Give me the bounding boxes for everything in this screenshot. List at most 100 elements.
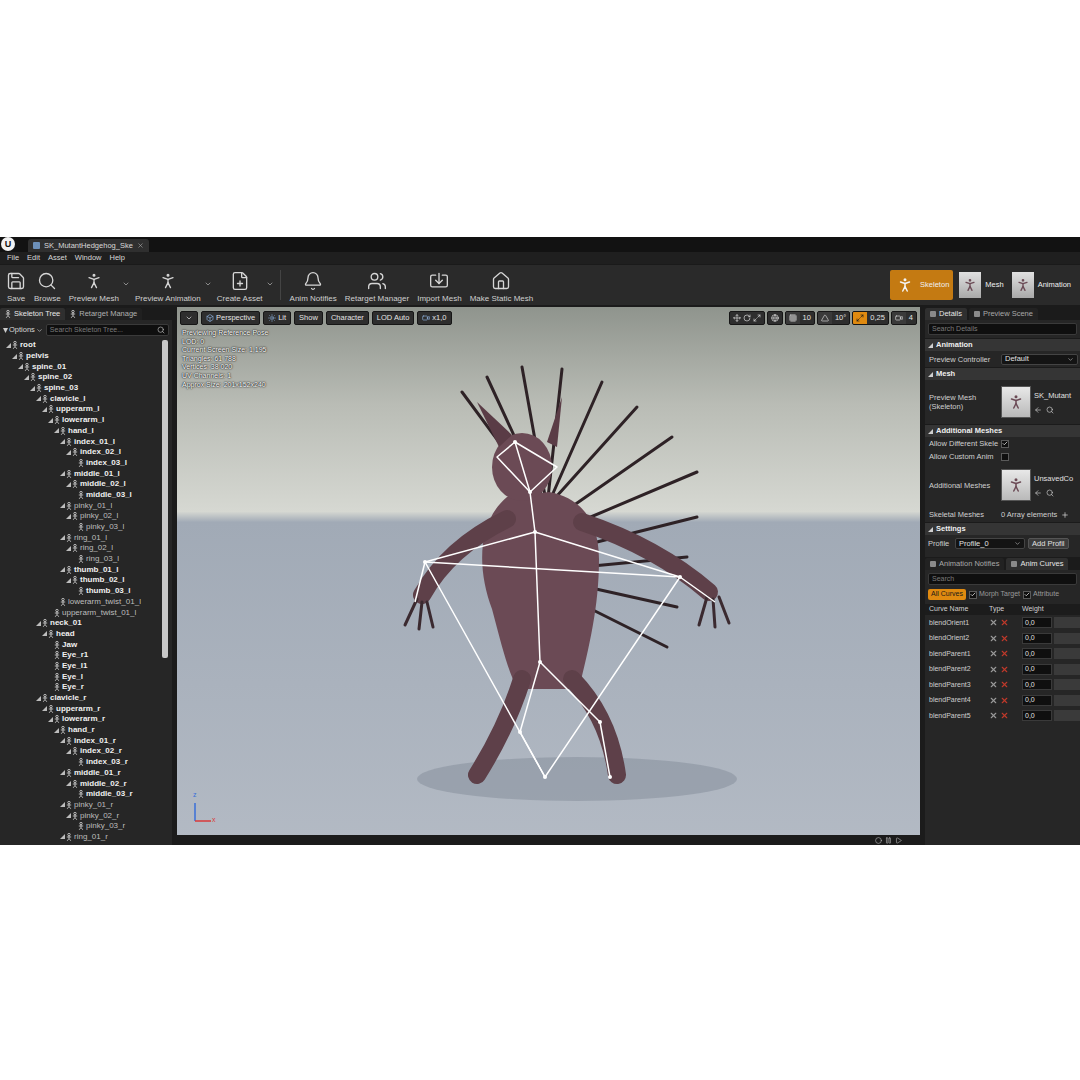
- weight-field[interactable]: 0,0: [1022, 679, 1052, 690]
- weight-slider[interactable]: [1054, 710, 1080, 721]
- curve-row[interactable]: blendParent30,0: [925, 677, 1080, 693]
- browse-icon[interactable]: [1046, 489, 1054, 497]
- details-search[interactable]: Search Details: [928, 323, 1077, 335]
- weight-slider[interactable]: [1054, 695, 1080, 706]
- bone-row[interactable]: index_01_r: [0, 735, 162, 746]
- panel-tab[interactable]: Anim Curves: [1006, 558, 1068, 570]
- options-button[interactable]: Options: [3, 324, 43, 335]
- mode-button[interactable]: Skeleton: [890, 270, 953, 300]
- bone-row[interactable]: middle_01_r: [0, 768, 162, 779]
- expand-arrow-icon[interactable]: [60, 471, 65, 476]
- snap-control[interactable]: 10: [785, 311, 815, 325]
- expand-arrow-icon[interactable]: [24, 375, 29, 380]
- weight-field[interactable]: 0,0: [1022, 664, 1052, 675]
- expand-arrow-icon[interactable]: [36, 396, 41, 401]
- bone-row[interactable]: pinky_02_r: [0, 810, 162, 821]
- expand-arrow-icon[interactable]: [30, 386, 35, 391]
- bone-row[interactable]: hand_r: [0, 725, 162, 736]
- bone-row[interactable]: middle_01_l: [0, 468, 162, 479]
- scale-icon[interactable]: [753, 314, 761, 322]
- bone-row[interactable]: pelvis: [0, 351, 162, 362]
- asset-thumbnail[interactable]: [1001, 386, 1031, 418]
- asset-name[interactable]: SK_Mutant: [1034, 390, 1071, 401]
- weight-field[interactable]: 0,0: [1022, 695, 1052, 706]
- expand-arrow-icon[interactable]: [54, 728, 59, 733]
- viewport-button[interactable]: x1,0: [417, 311, 451, 325]
- curve-row[interactable]: blendOrient10,0: [925, 615, 1080, 631]
- curve-row[interactable]: blendParent20,0: [925, 662, 1080, 678]
- mode-button[interactable]: Mesh: [957, 270, 1005, 300]
- expand-arrow-icon[interactable]: [66, 546, 71, 551]
- bone-row[interactable]: middle_02_r: [0, 778, 162, 789]
- weight-slider[interactable]: [1054, 617, 1080, 628]
- bone-row[interactable]: clavicle_l: [0, 393, 162, 404]
- expand-arrow-icon[interactable]: [12, 354, 17, 359]
- toolbar-button[interactable]: Preview Animation: [132, 265, 212, 305]
- expand-arrow-icon[interactable]: [66, 450, 71, 455]
- record-icon[interactable]: [875, 837, 882, 844]
- bone-row[interactable]: upperarm_twist_01_l: [0, 607, 162, 618]
- bone-row[interactable]: ring_03_l: [0, 554, 162, 565]
- material-curve-icon[interactable]: [1000, 618, 1009, 627]
- filter-checkbox[interactable]: Attribute: [1023, 589, 1059, 600]
- value-dropdown[interactable]: Default: [1001, 354, 1078, 365]
- expand-arrow-icon[interactable]: [48, 717, 53, 722]
- expand-arrow-icon[interactable]: [60, 738, 65, 743]
- panel-tab[interactable]: Preview Scene: [969, 308, 1038, 320]
- material-curve-icon[interactable]: [1000, 711, 1009, 720]
- document-tab[interactable]: SK_MutantHedgehog_Ske: [28, 239, 149, 252]
- bone-row[interactable]: middle_02_l: [0, 479, 162, 490]
- weight-field[interactable]: 0,0: [1022, 710, 1052, 721]
- weight-field[interactable]: 0,0: [1022, 633, 1052, 644]
- toolbar-button[interactable]: Create Asset: [214, 265, 274, 305]
- bone-row[interactable]: ring_01_l: [0, 532, 162, 543]
- bone-row[interactable]: pinky_02_l: [0, 511, 162, 522]
- section-header[interactable]: Animation: [925, 338, 1080, 351]
- scrollbar[interactable]: [162, 340, 168, 845]
- bone-row[interactable]: lowerarm_l: [0, 415, 162, 426]
- morph-target-icon[interactable]: [989, 618, 998, 627]
- toolbar-button[interactable]: Browse: [31, 265, 64, 305]
- viewport-button[interactable]: LOD Auto: [372, 311, 415, 325]
- expand-arrow-icon[interactable]: [66, 578, 71, 583]
- bone-row[interactable]: lowerarm_twist_01_l: [0, 597, 162, 608]
- viewport-options-button[interactable]: [180, 311, 198, 325]
- toolbar-button[interactable]: Make Static Mesh: [467, 265, 537, 305]
- viewport-button[interactable]: Character: [326, 311, 369, 325]
- bone-row[interactable]: Eye_l: [0, 671, 162, 682]
- move-icon[interactable]: [733, 314, 741, 322]
- curve-row[interactable]: blendParent40,0: [925, 693, 1080, 709]
- toolbar-button[interactable]: Retarget Manager: [342, 265, 412, 305]
- morph-target-icon[interactable]: [989, 680, 998, 689]
- bone-row[interactable]: ring_01_r: [0, 832, 162, 843]
- close-tab-icon[interactable]: [137, 242, 144, 249]
- expand-arrow-icon[interactable]: [48, 418, 53, 423]
- weight-field[interactable]: 0,0: [1022, 648, 1052, 659]
- bone-row[interactable]: Eye_l1: [0, 661, 162, 672]
- bone-row[interactable]: upperarm_r: [0, 703, 162, 714]
- toolbar-button[interactable]: Preview Mesh: [66, 265, 130, 305]
- pause-icon[interactable]: [885, 837, 892, 844]
- add-profile-button[interactable]: Add Profil: [1028, 538, 1069, 549]
- filter-check[interactable]: [1023, 591, 1031, 599]
- bone-row[interactable]: ring_02_l: [0, 543, 162, 554]
- material-curve-icon[interactable]: [1000, 665, 1009, 674]
- expand-arrow-icon[interactable]: [42, 706, 47, 711]
- curves-search[interactable]: Search: [928, 573, 1077, 585]
- expand-arrow-icon[interactable]: [66, 781, 71, 786]
- section-header[interactable]: Settings: [925, 522, 1080, 535]
- coordinate-space[interactable]: [767, 311, 783, 325]
- play-icon[interactable]: [895, 837, 902, 844]
- viewport-button[interactable]: Show: [294, 311, 323, 325]
- use-selected-icon[interactable]: [1034, 406, 1042, 414]
- menu-item[interactable]: Help: [105, 254, 128, 262]
- material-curve-icon[interactable]: [1000, 696, 1009, 705]
- bone-row[interactable]: thumb_02_l: [0, 575, 162, 586]
- toolbar-button[interactable]: Save: [3, 265, 29, 305]
- expand-arrow-icon[interactable]: [66, 749, 71, 754]
- expand-arrow-icon[interactable]: [60, 802, 65, 807]
- bone-row[interactable]: thumb_03_l: [0, 586, 162, 597]
- bone-row[interactable]: Jaw: [0, 639, 162, 650]
- property-checkbox[interactable]: [1001, 453, 1009, 461]
- toolbar-button[interactable]: Anim Notifies: [287, 265, 340, 305]
